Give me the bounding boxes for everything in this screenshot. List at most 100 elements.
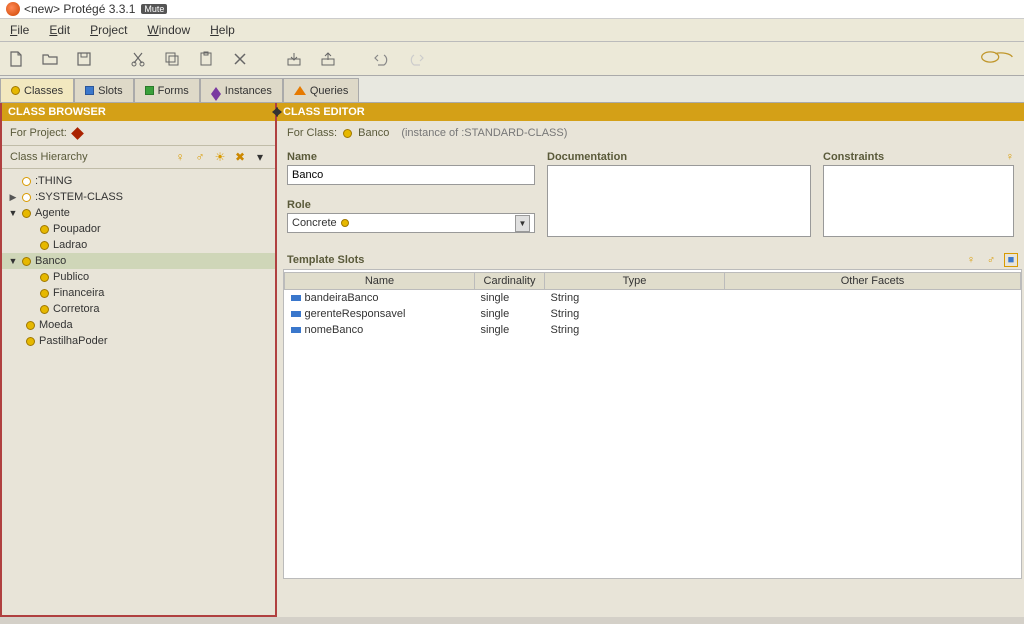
role-field-label: Role bbox=[287, 197, 535, 213]
col-facets[interactable]: Other Facets bbox=[725, 273, 1021, 290]
menu-edit[interactable]: Edit bbox=[45, 21, 74, 39]
tab-slots[interactable]: Slots bbox=[74, 78, 133, 102]
col-type[interactable]: Type bbox=[545, 273, 725, 290]
constraints-label: Constraints ♀ bbox=[823, 149, 1014, 165]
role-value: Concrete bbox=[292, 217, 337, 229]
col-cardinality[interactable]: Cardinality bbox=[475, 273, 545, 290]
tree-corretora[interactable]: Corretora bbox=[2, 301, 275, 317]
new-file-icon[interactable] bbox=[6, 49, 26, 69]
documentation-label: Documentation bbox=[547, 149, 811, 165]
tab-forms-label: Forms bbox=[158, 85, 189, 97]
template-slots-table: Name Cardinality Type Other Facets bande… bbox=[284, 272, 1021, 338]
class-bullet-icon bbox=[26, 321, 35, 330]
tree-system-class[interactable]: ▶:SYSTEM-CLASS bbox=[2, 189, 275, 205]
class-bullet-icon bbox=[40, 241, 49, 250]
title-bar: <new> Protégé 3.3.1 Mute bbox=[0, 0, 1024, 19]
role-select[interactable]: Concrete ▼ bbox=[287, 213, 535, 233]
cut-icon[interactable] bbox=[128, 49, 148, 69]
slot-person-icon[interactable]: ♀ bbox=[964, 253, 978, 267]
for-class-name: Banco bbox=[358, 127, 389, 139]
query-icon bbox=[294, 86, 306, 95]
editor-form: Name Role Concrete ▼ Documentation Const bbox=[277, 145, 1024, 247]
tab-slots-label: Slots bbox=[98, 85, 122, 97]
slot-icon bbox=[85, 86, 94, 95]
class-tree: :THING ▶:SYSTEM-CLASS ▼Agente Poupador L… bbox=[2, 169, 275, 353]
menu-help[interactable]: Help bbox=[206, 21, 239, 39]
mute-badge: Mute bbox=[141, 4, 167, 14]
documentation-textarea[interactable] bbox=[547, 165, 811, 237]
for-class-row: For Class: Banco (instance of :STANDARD-… bbox=[277, 121, 1024, 145]
class-bullet-icon bbox=[40, 289, 49, 298]
toolbar bbox=[0, 42, 1024, 76]
copy-icon[interactable] bbox=[162, 49, 182, 69]
for-project-row: For Project: bbox=[2, 121, 275, 145]
tab-instances-label: Instances bbox=[225, 85, 272, 97]
main-area: CLASS BROWSER For Project: Class Hierarc… bbox=[0, 103, 1024, 617]
protege-logo-icon bbox=[980, 46, 1014, 71]
tree-ladrao[interactable]: Ladrao bbox=[2, 237, 275, 253]
tab-forms[interactable]: Forms bbox=[134, 78, 200, 102]
tab-classes-label: Classes bbox=[24, 85, 63, 97]
constraints-textarea[interactable] bbox=[823, 165, 1014, 237]
redo-icon[interactable] bbox=[406, 49, 426, 69]
col-name[interactable]: Name bbox=[285, 273, 475, 290]
slot-person2-icon[interactable]: ♂ bbox=[984, 253, 998, 267]
tab-instances[interactable]: Instances bbox=[200, 78, 283, 102]
hier-person-icon[interactable]: ♀ bbox=[173, 150, 187, 164]
menu-project[interactable]: Project bbox=[86, 21, 131, 39]
class-editor-panel: CLASS EDITOR For Class: Banco (instance … bbox=[277, 103, 1024, 617]
template-slots-section: Template Slots ♀ ♂ ■ Name Cardinality Ty… bbox=[277, 247, 1024, 583]
hier-dropdown-icon[interactable]: ▾ bbox=[253, 150, 267, 164]
hier-sun-icon[interactable]: ☀ bbox=[213, 150, 227, 164]
name-input[interactable] bbox=[287, 165, 535, 185]
class-bullet-icon bbox=[26, 337, 35, 346]
tree-publico[interactable]: Publico bbox=[2, 269, 275, 285]
menu-window[interactable]: Window bbox=[143, 21, 194, 39]
delete-icon[interactable] bbox=[230, 49, 250, 69]
table-row[interactable]: nomeBanco single String bbox=[285, 322, 1021, 338]
constraints-action-icon[interactable]: ♀ bbox=[1006, 151, 1014, 163]
main-tabs: Classes Slots Forms Instances Queries bbox=[0, 76, 1024, 103]
app-icon bbox=[6, 2, 20, 16]
template-slots-label: Template Slots bbox=[287, 254, 364, 266]
slot-row-icon bbox=[291, 295, 301, 301]
tree-poupador[interactable]: Poupador bbox=[2, 221, 275, 237]
hier-person2-icon[interactable]: ♂ bbox=[193, 150, 207, 164]
form-icon bbox=[145, 86, 154, 95]
instance-icon bbox=[211, 82, 221, 94]
class-editor-title: CLASS EDITOR bbox=[277, 103, 1024, 121]
class-hierarchy-label: Class Hierarchy bbox=[10, 151, 88, 163]
class-bullet-icon bbox=[22, 193, 31, 202]
tree-thing[interactable]: :THING bbox=[2, 173, 275, 189]
menu-file[interactable]: File bbox=[6, 21, 33, 39]
splitter-handle[interactable] bbox=[272, 107, 282, 123]
tree-financeira[interactable]: Financeira bbox=[2, 285, 275, 301]
tab-queries[interactable]: Queries bbox=[283, 78, 360, 102]
table-row[interactable]: gerenteResponsavel single String bbox=[285, 306, 1021, 322]
tab-classes[interactable]: Classes bbox=[0, 78, 74, 102]
open-file-icon[interactable] bbox=[40, 49, 60, 69]
tree-moeda[interactable]: Moeda bbox=[2, 317, 275, 333]
hier-delete-icon[interactable]: ✖ bbox=[233, 150, 247, 164]
tree-banco[interactable]: ▼Banco bbox=[2, 253, 275, 269]
slot-row-icon bbox=[291, 311, 301, 317]
save-icon[interactable] bbox=[74, 49, 94, 69]
dropdown-arrow-icon: ▼ bbox=[515, 215, 530, 232]
slot-boxed-icon[interactable]: ■ bbox=[1004, 253, 1018, 267]
undo-icon[interactable] bbox=[372, 49, 392, 69]
name-field-label: Name bbox=[287, 149, 535, 165]
tree-pastilha[interactable]: PastilhaPoder bbox=[2, 333, 275, 349]
class-bullet-icon bbox=[40, 225, 49, 234]
archive-in-icon[interactable] bbox=[284, 49, 304, 69]
class-icon bbox=[11, 86, 20, 95]
table-row[interactable]: bandeiraBanco single String bbox=[285, 290, 1021, 307]
archive-out-icon[interactable] bbox=[318, 49, 338, 69]
for-project-label: For Project: bbox=[10, 127, 67, 139]
instance-of-label: (instance of :STANDARD-CLASS) bbox=[401, 127, 567, 139]
menu-bar: File Edit Project Window Help bbox=[0, 19, 1024, 42]
window-title: <new> Protégé 3.3.1 bbox=[24, 2, 135, 16]
tree-agente[interactable]: ▼Agente bbox=[2, 205, 275, 221]
for-class-label: For Class: bbox=[287, 127, 337, 139]
class-bullet-icon bbox=[22, 177, 31, 186]
paste-icon[interactable] bbox=[196, 49, 216, 69]
